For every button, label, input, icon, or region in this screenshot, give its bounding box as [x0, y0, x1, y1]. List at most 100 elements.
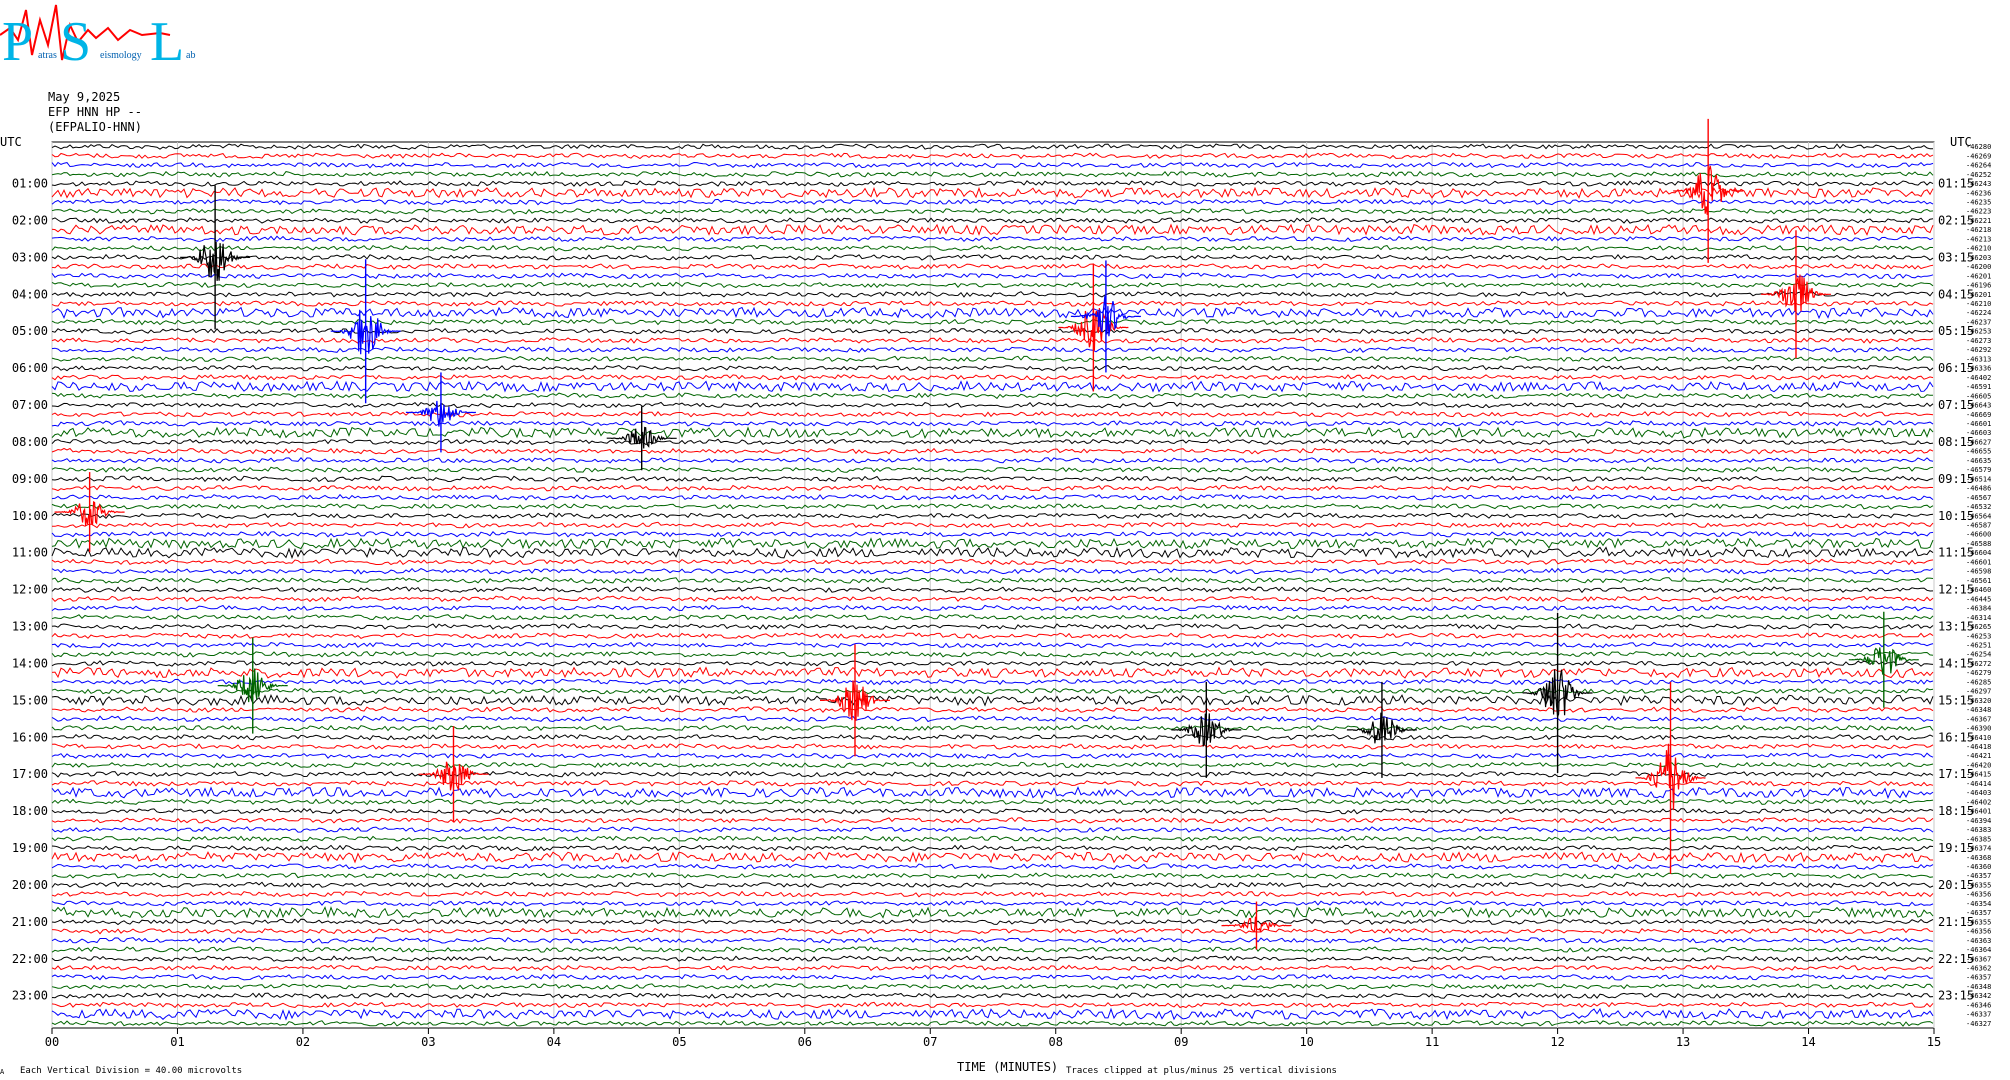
trace-line: [51, 900, 1934, 907]
trace-line: [51, 180, 1934, 187]
trace-line: [51, 281, 1934, 289]
trace-offset-label: -46327: [1966, 1020, 1991, 1028]
trace-line: [51, 851, 1933, 864]
trace-line: [51, 300, 1934, 307]
trace-offset-label: -46346: [1966, 1001, 1991, 1009]
trace-line: [51, 161, 1934, 169]
trace-offset-label: -46588: [1966, 540, 1991, 548]
trace-offset-label: -46342: [1966, 992, 1991, 1000]
trace-line: [51, 983, 1934, 990]
trace-offset-label: -46251: [1966, 641, 1991, 649]
trace-line: [51, 420, 1934, 427]
trace-offset-label: -46445: [1966, 595, 1991, 603]
trace-line: [51, 694, 1934, 707]
trace-offset-label: -46561: [1966, 577, 1991, 585]
trace-offset-label: -46337: [1966, 1011, 1991, 1019]
trace-line: [51, 447, 1934, 455]
trace-line: [51, 715, 1934, 723]
left-hour-label: 23:00: [12, 989, 48, 1003]
trace-line: [51, 484, 1934, 492]
trace-offset-label: -46264: [1966, 162, 1991, 170]
trace-line: [51, 844, 1934, 852]
trace-line: [51, 207, 1934, 215]
trace-offset-label: -46313: [1966, 355, 1991, 363]
x-tick-label: 09: [1174, 1035, 1188, 1049]
trace-offset-label: -46297: [1966, 688, 1991, 696]
trace-offset-label: -46591: [1966, 383, 1991, 391]
trace-offset-label: -46368: [1966, 854, 1991, 862]
x-axis-label: TIME (MINUTES): [957, 1060, 1058, 1074]
trace-line: [51, 217, 1934, 224]
trace-line: [51, 466, 1934, 473]
trace-line: [51, 170, 1934, 178]
trace-offset-label: -46336: [1966, 365, 1991, 373]
left-hour-label: 06:00: [12, 361, 48, 375]
trace-offset-label: -46224: [1966, 309, 1991, 317]
trace-line: [51, 186, 1934, 199]
trace-offset-label: -46564: [1966, 512, 1991, 520]
trace-offset-label: -46320: [1966, 697, 1991, 705]
trace-offset-label: -46237: [1966, 318, 1991, 326]
x-tick-label: 11: [1425, 1035, 1439, 1049]
trace-offset-label: -46604: [1966, 549, 1991, 557]
trace-offset-label: -46605: [1966, 392, 1991, 400]
trace-offset-label: -46600: [1966, 531, 1991, 539]
trace-offset-label: -46348: [1966, 983, 1991, 991]
trace-offset-label: -46598: [1966, 568, 1991, 576]
trace-line: [51, 392, 1934, 400]
trace-line: [51, 780, 1934, 787]
trace-line: [51, 272, 1934, 280]
trace-line: [51, 826, 1934, 833]
trace-line: [51, 927, 1934, 935]
trace-line: [51, 512, 1934, 520]
trace-line: [51, 955, 1934, 963]
trace-offset-label: -46201: [1966, 291, 1991, 299]
trace-offset-label: -46384: [1966, 605, 1991, 613]
trace-line: [51, 743, 1934, 750]
x-tick-label: 14: [1801, 1035, 1815, 1049]
trace-line: [51, 724, 1934, 732]
trace-offset-label: -46221: [1966, 217, 1991, 225]
trace-line: [51, 253, 1934, 261]
trace-offset-label: -46601: [1966, 420, 1991, 428]
trace-line: [51, 595, 1934, 603]
trace-line: [51, 337, 1934, 344]
event-layer: [54, 118, 1919, 950]
left-hour-label: 18:00: [12, 804, 48, 818]
trace-line: [51, 426, 1934, 440]
trace-offset-label: -46357: [1966, 872, 1991, 880]
trace-offset-label: -46235: [1966, 198, 1991, 206]
trace-offset-label: -46362: [1966, 965, 1991, 973]
trace-line: [51, 318, 1934, 326]
x-tick-label: 15: [1927, 1035, 1941, 1049]
trace-offset-label: -46360: [1966, 863, 1991, 871]
x-tick-label: 04: [547, 1035, 561, 1049]
trace-offset-label: -46567: [1966, 494, 1991, 502]
trace-offset-label: -46273: [1966, 337, 1991, 345]
left-hour-label: 07:00: [12, 398, 48, 412]
trace-line: [51, 306, 1934, 320]
trace-line: [51, 1007, 1934, 1021]
trace-line: [51, 761, 1934, 769]
trace-line: [51, 964, 1934, 972]
trace-offset-label: -46210: [1966, 300, 1991, 308]
trace-line: [51, 666, 1934, 679]
trace-offset-label: -46367: [1966, 955, 1991, 963]
trace-offset-label: -46210: [1966, 245, 1991, 253]
trace-offset-label: -46415: [1966, 771, 1991, 779]
trace-line: [51, 152, 1934, 160]
trace-line: [51, 546, 1934, 560]
trace-offset-label: -46421: [1966, 752, 1991, 760]
trace-line: [51, 374, 1934, 381]
x-tick-label: 05: [672, 1035, 686, 1049]
trace-offset-label: -46354: [1966, 900, 1991, 908]
trace-offset-label: -46200: [1966, 263, 1991, 271]
left-hour-label: 12:00: [12, 583, 48, 597]
trace-line: [51, 678, 1934, 686]
trace-line: [51, 752, 1934, 760]
left-hour-label: 17:00: [12, 767, 48, 781]
trace-offset-label: -46279: [1966, 669, 1991, 677]
left-hour-label: 14:00: [12, 656, 48, 670]
trace-offset-label: -46601: [1966, 558, 1991, 566]
trace-offset-label: -46414: [1966, 780, 1991, 788]
